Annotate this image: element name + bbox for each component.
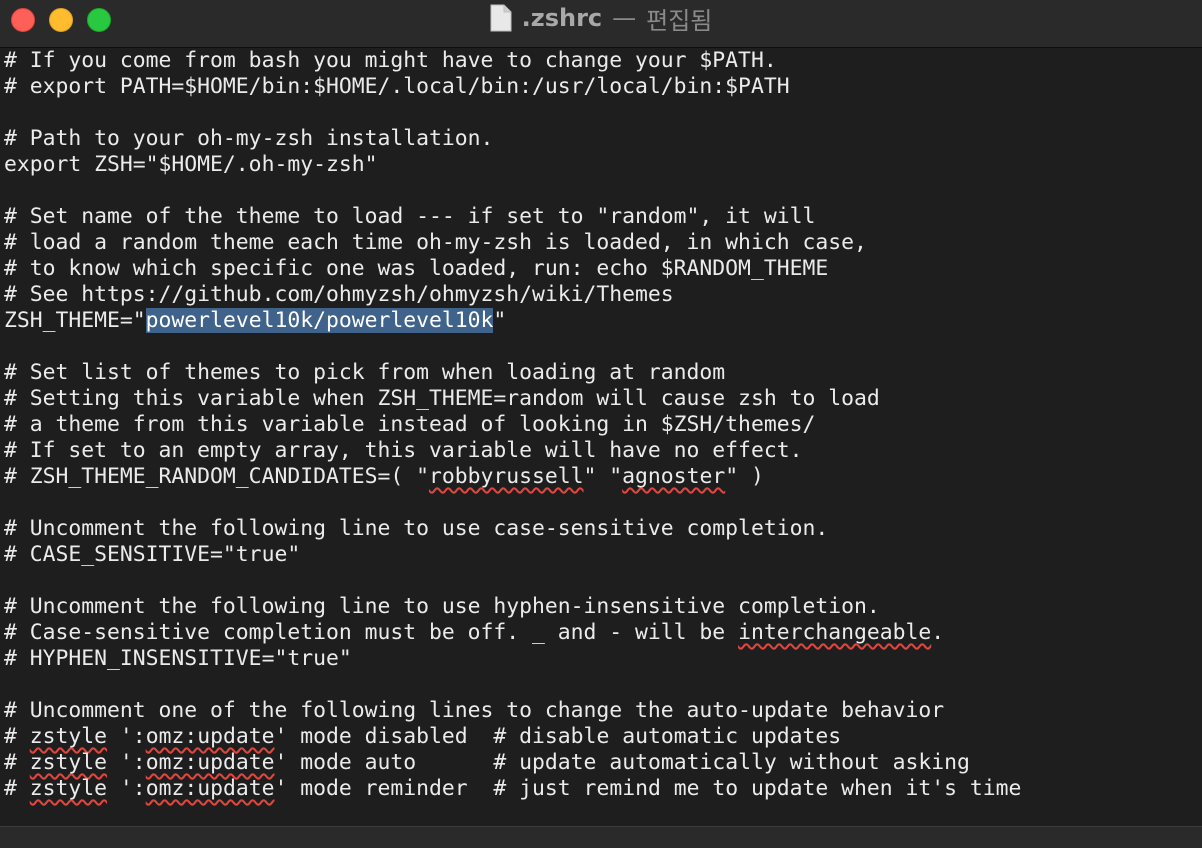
text-segment: # xyxy=(4,776,30,801)
document-status: 편집됨 xyxy=(646,6,713,35)
text-segment: " " xyxy=(583,464,623,489)
text-segment: # Case-sensitive completion must be off.… xyxy=(4,620,739,645)
misspelled-word: omz:update xyxy=(145,724,275,749)
text-line[interactable]: # export PATH=$HOME/bin:$HOME/.local/bin… xyxy=(4,74,1200,100)
selected-text: powerlevel10k/powerlevel10k xyxy=(145,308,494,333)
misspelled-word: robbyrussell xyxy=(428,464,584,489)
text-segment: ZSH_THEME=" xyxy=(4,308,146,333)
text-line[interactable]: # HYPHEN_INSENSITIVE="true" xyxy=(4,646,1200,672)
window-bottom-edge xyxy=(0,826,1202,848)
text-line[interactable]: # ZSH_THEME_RANDOM_CANDIDATES=( "robbyru… xyxy=(4,464,1200,490)
document-icon[interactable] xyxy=(490,4,512,32)
text-segment: ': xyxy=(107,724,146,749)
text-line[interactable]: # If you come from bash you might have t… xyxy=(4,48,1200,74)
text-segment: " xyxy=(493,308,507,333)
misspelled-word: interchangeable xyxy=(738,620,932,645)
text-segment: ': xyxy=(107,750,146,775)
text-segment: ' mode disabled # disable automatic upda… xyxy=(274,724,842,749)
text-line[interactable]: # Case-sensitive completion must be off.… xyxy=(4,620,1200,646)
text-segment: . xyxy=(931,620,945,645)
text-line[interactable]: # Uncomment the following line to use ca… xyxy=(4,516,1200,542)
text-line[interactable] xyxy=(4,672,1200,698)
text-line[interactable] xyxy=(4,334,1200,360)
text-line[interactable]: # Path to your oh-my-zsh installation. xyxy=(4,126,1200,152)
text-line[interactable]: # zstyle ':omz:update' mode reminder # j… xyxy=(4,776,1200,802)
text-line[interactable] xyxy=(4,178,1200,204)
text-line[interactable]: # Set list of themes to pick from when l… xyxy=(4,360,1200,386)
misspelled-word: zstyle xyxy=(29,776,108,801)
text-line[interactable]: # load a random theme each time oh-my-zs… xyxy=(4,230,1200,256)
text-line[interactable]: # Uncomment the following line to use hy… xyxy=(4,594,1200,620)
text-line[interactable]: # zstyle ':omz:update' mode auto # updat… xyxy=(4,750,1200,776)
text-line[interactable]: # CASE_SENSITIVE="true" xyxy=(4,542,1200,568)
text-line[interactable]: # Setting this variable when ZSH_THEME=r… xyxy=(4,386,1200,412)
misspelled-word: zstyle xyxy=(29,724,108,749)
misspelled-word: agnoster xyxy=(622,464,726,489)
text-segment: # ZSH_THEME_RANDOM_CANDIDATES=( " xyxy=(4,464,429,489)
text-line[interactable]: # to know which specific one was loaded,… xyxy=(4,256,1200,282)
text-line[interactable]: # Uncomment one of the following lines t… xyxy=(4,698,1200,724)
text-line[interactable]: # See https://github.com/ohmyzsh/ohmyzsh… xyxy=(4,282,1200,308)
text-line[interactable]: # a theme from this variable instead of … xyxy=(4,412,1200,438)
text-segment: ': xyxy=(107,776,146,801)
text-line[interactable]: ZSH_THEME="powerlevel10k/powerlevel10k" xyxy=(4,308,1200,334)
text-line[interactable] xyxy=(4,100,1200,126)
window-title: .zshrc — 편집됨 xyxy=(0,0,1202,36)
text-line[interactable]: # zstyle ':omz:update' mode disabled # d… xyxy=(4,724,1200,750)
text-segment: ' mode reminder # just remind me to upda… xyxy=(274,776,1022,801)
title-separator: — xyxy=(612,4,637,32)
text-line[interactable]: # If set to an empty array, this variabl… xyxy=(4,438,1200,464)
text-segment: # xyxy=(4,750,30,775)
text-line[interactable]: export ZSH="$HOME/.oh-my-zsh" xyxy=(4,152,1200,178)
title-bar[interactable]: .zshrc — 편집됨 xyxy=(0,0,1202,48)
misspelled-word: omz:update xyxy=(145,776,275,801)
text-editor-window: .zshrc — 편집됨 # If you come from bash you… xyxy=(0,0,1202,848)
document-name: .zshrc xyxy=(521,4,603,32)
text-segment: ' mode auto # update automatically witho… xyxy=(274,750,970,775)
text-line[interactable]: # Set name of the theme to load --- if s… xyxy=(4,204,1200,230)
misspelled-word: omz:update xyxy=(145,750,275,775)
text-segment: # xyxy=(4,724,30,749)
text-area[interactable]: # If you come from bash you might have t… xyxy=(4,48,1200,826)
text-line[interactable] xyxy=(4,568,1200,594)
text-segment: " ) xyxy=(725,464,764,489)
misspelled-word: zstyle xyxy=(29,750,108,775)
text-line[interactable] xyxy=(4,490,1200,516)
